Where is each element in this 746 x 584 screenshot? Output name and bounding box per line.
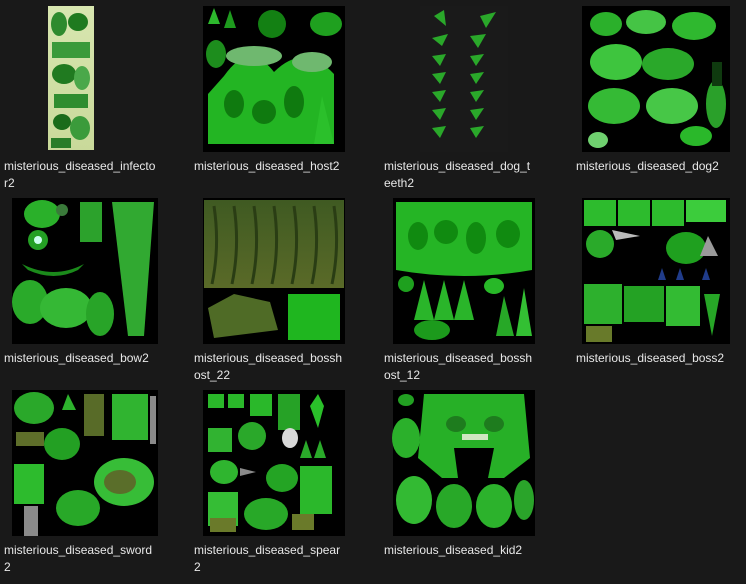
file-name: misterious_diseased_spear2	[194, 543, 341, 574]
file-name: misterious_diseased_kid2	[384, 543, 523, 557]
texture-thumbnail-bow	[12, 198, 158, 344]
thumbnail	[572, 4, 740, 154]
file-name: misterious_diseased_dog_teeth2	[384, 159, 531, 190]
file-item-sword[interactable]: misterious_diseased_sword2	[0, 388, 168, 576]
texture-thumbnail-dog-teeth	[420, 6, 508, 152]
thumbnail	[190, 4, 358, 154]
file-name: misterious_diseased_bow2	[4, 351, 149, 365]
file-name: misterious_diseased_bosshost_12	[384, 351, 533, 382]
file-item-host[interactable]: misterious_diseased_host2	[190, 4, 358, 192]
file-item-kid[interactable]: misterious_diseased_kid2	[380, 388, 548, 576]
texture-thumbnail-boss	[582, 198, 730, 344]
file-name: misterious_diseased_sword2	[4, 543, 153, 574]
file-item-dog-teeth[interactable]: misterious_diseased_dog_teeth2	[380, 4, 548, 192]
thumbnail	[380, 4, 548, 154]
texture-thumbnail-infector	[48, 6, 94, 150]
file-item-bosshost-2[interactable]: misterious_diseased_bosshost_22	[190, 196, 358, 384]
texture-thumbnail-host	[203, 6, 345, 152]
file-name: misterious_diseased_dog2	[576, 159, 719, 173]
texture-thumbnail-bosshost-2	[203, 198, 345, 344]
texture-thumbnail-kid	[392, 390, 535, 536]
file-name: misterious_diseased_host2	[194, 159, 340, 173]
thumbnail	[380, 388, 548, 538]
thumbnail	[190, 388, 358, 538]
texture-thumbnail-bosshost-1	[393, 198, 535, 344]
file-item-bosshost-1[interactable]: misterious_diseased_bosshost_12	[380, 196, 548, 384]
thumbnail	[190, 196, 358, 346]
thumbnail	[0, 196, 168, 346]
texture-thumbnail-dog	[582, 6, 730, 152]
file-name: misterious_diseased_boss2	[576, 351, 725, 365]
file-item-dog[interactable]: misterious_diseased_dog2	[572, 4, 740, 192]
texture-thumbnail-sword	[12, 390, 158, 536]
file-name: misterious_diseased_bosshost_22	[194, 351, 343, 382]
texture-thumbnail-spear	[203, 390, 345, 536]
thumbnail	[380, 196, 548, 346]
file-item-spear[interactable]: misterious_diseased_spear2	[190, 388, 358, 576]
thumbnail	[0, 4, 168, 154]
file-item-bow[interactable]: misterious_diseased_bow2	[0, 196, 168, 384]
thumbnail	[572, 196, 740, 346]
file-item-boss[interactable]: misterious_diseased_boss2	[572, 196, 740, 384]
file-item-infector[interactable]: misterious_diseased_infector2	[0, 4, 168, 192]
file-name: misterious_diseased_infector2	[4, 159, 156, 190]
file-grid: misterious_diseased_infector2 misterious…	[0, 0, 746, 584]
thumbnail	[0, 388, 168, 538]
